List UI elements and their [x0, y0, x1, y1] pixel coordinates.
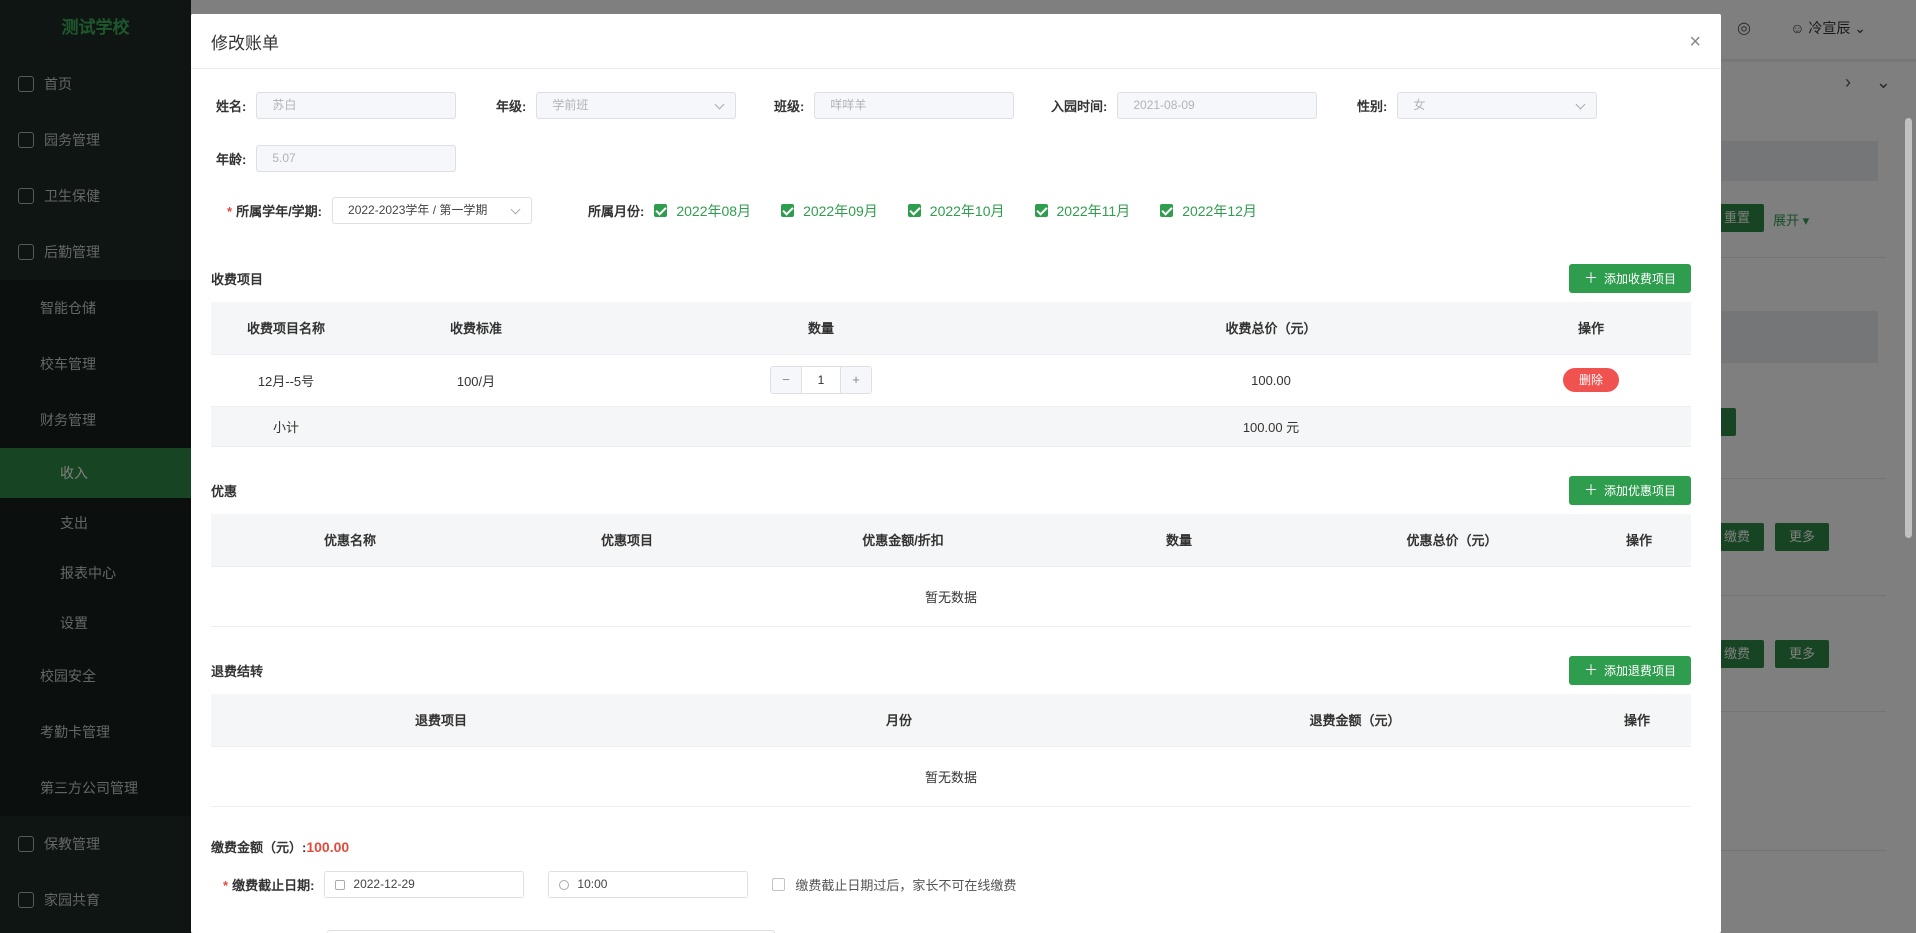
empty-state: 暂无数据	[211, 566, 1691, 627]
name-input[interactable]: 苏白	[256, 92, 457, 119]
checkbox-icon	[772, 878, 786, 891]
offline-checkbox[interactable]: 缴费截止日期过后，家长不可在线缴费	[772, 875, 1016, 894]
add-discount-button[interactable]: ＋添加优惠项目	[1568, 476, 1691, 505]
month-checkbox[interactable]: 2022年09月	[781, 201, 878, 221]
discounts-table: 优惠名称 优惠项目 优惠金额/折扣 数量 优惠总价（元） 操作 暂无数据	[211, 514, 1691, 627]
add-refund-button[interactable]: ＋添加退费项目	[1568, 656, 1691, 685]
grade-field: 年级: 学前班	[496, 92, 737, 119]
term-select[interactable]: 2022-2023学年 / 第一学期	[332, 197, 533, 224]
clock-icon	[559, 879, 570, 890]
enroll-date-field: 入园时间: 2021-08-09	[1051, 92, 1318, 119]
refunds-table: 退费项目 月份 退费金额（元） 操作 暂无数据	[211, 694, 1691, 807]
term-field: * 所属学年/学期: 2022-2023学年 / 第一学期	[227, 197, 533, 224]
discounts-title: 优惠	[211, 484, 238, 499]
calendar-icon	[335, 879, 346, 890]
checkmark-icon	[1160, 204, 1174, 217]
gender-field: 性别: 女	[1357, 92, 1598, 119]
month-checkbox[interactable]: 2022年08月	[654, 201, 751, 221]
empty-state: 暂无数据	[211, 746, 1691, 807]
age-field: 年龄: 5.07	[216, 145, 457, 172]
checkmark-icon	[781, 204, 795, 217]
class-field: 班级: 咩咩羊	[774, 92, 1015, 119]
plus-icon: ＋	[1583, 662, 1598, 678]
grade-select[interactable]: 学前班	[536, 92, 737, 119]
add-charge-button[interactable]: ＋添加收费项目	[1568, 264, 1691, 293]
charges-table: 收费项目名称 收费标准 数量 收费总价（元） 操作 12月--5号 100/月 …	[211, 302, 1691, 447]
deadline-field: * 缴费截止日期: 2022-12-29 10:00 缴费截止日期过后，家长不可在…	[223, 871, 1016, 898]
class-input[interactable]: 咩咩羊	[814, 92, 1015, 119]
plus-icon: ＋	[1583, 482, 1598, 498]
deadline-time-input[interactable]: 10:00	[548, 871, 749, 898]
payment-amount: 缴费金额（元）:100.00	[211, 839, 350, 855]
close-icon[interactable]: ×	[1689, 32, 1701, 52]
checkmark-icon	[1034, 204, 1048, 217]
page-scrollbar[interactable]	[1905, 118, 1912, 538]
month-checkbox[interactable]: 2022年11月	[1034, 201, 1130, 221]
month-field: 所属月份: 2022年08月 2022年09月 2022年10月 2022年11…	[588, 201, 1257, 221]
modal-title: 修改账单	[211, 33, 279, 53]
modal-body: 姓名: 苏白 年级: 学前班 班级: 咩咩羊 入园时间: 2021-08-09 …	[211, 70, 1691, 933]
plus-icon[interactable]: +	[841, 367, 871, 393]
table-row: 12月--5号 100/月 − 1 + 100.00 删除	[211, 354, 1691, 407]
name-field: 姓名: 苏白	[216, 92, 457, 119]
minus-icon[interactable]: −	[771, 367, 801, 393]
month-checkbox[interactable]: 2022年12月	[1160, 201, 1257, 221]
checkmark-icon	[907, 204, 921, 217]
charges-title: 收费项目	[211, 272, 264, 287]
age-input[interactable]: 5.07	[256, 145, 457, 172]
subtotal-row: 小计 100.00 元	[211, 406, 1691, 447]
enroll-date-input[interactable]: 2021-08-09	[1117, 92, 1318, 119]
month-checkbox[interactable]: 2022年10月	[907, 201, 1005, 221]
delete-button[interactable]: 删除	[1562, 368, 1619, 392]
refunds-title: 退费结转	[211, 664, 264, 679]
deadline-date-input[interactable]: 2022-12-29	[324, 871, 525, 898]
checkmark-icon	[654, 204, 668, 217]
plus-icon: ＋	[1583, 270, 1598, 286]
gender-select[interactable]: 女	[1397, 92, 1598, 119]
quantity-stepper[interactable]: − 1 +	[770, 366, 872, 394]
modal-header: 修改账单	[191, 14, 1721, 69]
edit-bill-modal: 修改账单 × 姓名: 苏白 年级: 学前班 班级: 咩咩羊 入园时间: 2021…	[191, 14, 1721, 933]
